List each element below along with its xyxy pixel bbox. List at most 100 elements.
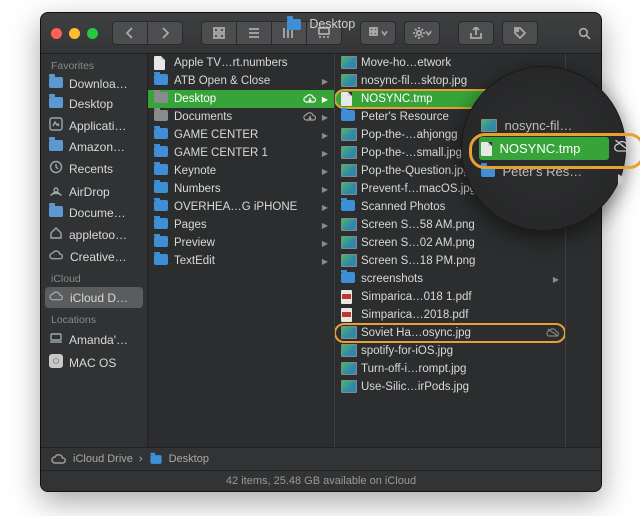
zoom-icon[interactable] <box>87 28 98 39</box>
sidebar-item[interactable]: Applicati… <box>41 114 147 137</box>
tags-button[interactable] <box>502 21 538 45</box>
folder-icon <box>154 164 168 178</box>
sidebar: FavoritesDownloa…DesktopApplicati…Amazon… <box>41 54 148 447</box>
file-row[interactable]: screenshots ▶ <box>335 270 565 288</box>
document-file-icon <box>481 142 492 156</box>
file-name: Soviet Ha…osync.jpg <box>361 327 540 339</box>
folder-icon <box>341 200 355 214</box>
chevron-right-icon: ▶ <box>553 275 559 284</box>
forward-button[interactable] <box>148 21 183 45</box>
folder-icon <box>49 77 63 91</box>
cloud-download-icon <box>303 111 316 124</box>
sidebar-item-label: iCloud D… <box>70 291 128 305</box>
document-file-icon <box>154 56 168 70</box>
file-row[interactable]: Use-Silic…irPods.jpg <box>335 378 565 396</box>
sidebar-item-label: appletoo… <box>69 228 127 242</box>
folder-icon <box>341 272 355 286</box>
sidebar-item[interactable]: Amazon… <box>41 137 147 157</box>
sidebar-item[interactable]: appletoo… <box>41 223 147 246</box>
file-name: screenshots <box>361 273 547 285</box>
sidebar-section-header: iCloud <box>41 267 147 287</box>
file-row[interactable]: ATB Open & Close▶ <box>148 72 334 90</box>
magnifier-row-selected: NOSYNC.tmp <box>479 137 609 160</box>
file-row[interactable]: Numbers▶ <box>148 180 334 198</box>
image-file-icon <box>341 56 355 70</box>
file-row[interactable]: Pages▶ <box>148 216 334 234</box>
sidebar-item[interactable]: Docume… <box>41 203 147 223</box>
file-row[interactable]: Turn-off-i…rompt.jpg <box>335 360 565 378</box>
view-columns-icon[interactable] <box>272 21 307 45</box>
file-row[interactable]: Simparica…2018.pdf <box>335 306 565 324</box>
airdrop-icon <box>49 183 63 200</box>
chevron-right-icon: ▶ <box>322 185 328 194</box>
view-list-icon[interactable] <box>237 21 272 45</box>
file-name: Preview <box>174 237 316 249</box>
titlebar: Desktop <box>41 13 601 54</box>
file-row[interactable]: GAME CENTER 1▶ <box>148 144 334 162</box>
folder-icon <box>150 455 161 464</box>
chevron-right-icon: ▶ <box>322 167 328 176</box>
minimize-icon[interactable] <box>69 28 80 39</box>
sidebar-item[interactable]: MAC OS <box>41 351 147 374</box>
sidebar-section-header: Locations <box>41 308 147 328</box>
sidebar-item[interactable]: Downloa… <box>41 74 147 94</box>
path-segment[interactable]: iCloud Drive <box>73 453 133 465</box>
view-gallery-icon[interactable] <box>307 21 342 45</box>
sidebar-item-label: AirDrop <box>69 185 110 199</box>
cloud-icon <box>49 290 64 305</box>
file-name: Keynote <box>174 165 316 177</box>
file-row[interactable]: Preview▶ <box>148 234 334 252</box>
chevron-right-icon: ▶ <box>322 149 328 158</box>
image-file-icon <box>341 326 355 340</box>
sidebar-item-label: Docume… <box>69 206 126 220</box>
sidebar-item[interactable]: AirDrop <box>41 180 147 203</box>
file-name: Screen S…18 PM.png <box>361 255 559 267</box>
sidebar-item[interactable]: Desktop <box>41 94 147 114</box>
file-name: spotify-for-iOS.jpg <box>361 345 559 357</box>
action-button[interactable] <box>404 21 440 45</box>
sidebar-item-label: Creative… <box>70 250 127 264</box>
file-name: Desktop <box>174 93 297 105</box>
folder-icon <box>49 97 63 111</box>
sidebar-item-label: Applicati… <box>69 119 126 133</box>
folder-icon <box>154 236 168 250</box>
path-segment[interactable]: Desktop <box>169 453 209 465</box>
file-row[interactable]: Keynote ▶ <box>148 162 334 180</box>
file-row[interactable]: Screen S…18 PM.png <box>335 252 565 270</box>
recents-icon <box>49 160 63 177</box>
folder-icon <box>154 92 168 106</box>
sidebar-item-label: Downloa… <box>69 77 128 91</box>
search-field[interactable] <box>578 27 591 40</box>
file-row[interactable]: Apple TV…rt.numbers <box>148 54 334 72</box>
status-text: 42 items, 25.48 GB available on iCloud <box>226 475 416 487</box>
file-row[interactable]: spotify-for-iOS.jpg <box>335 342 565 360</box>
sidebar-item[interactable]: Amanda'… <box>41 328 147 351</box>
close-icon[interactable] <box>51 28 62 39</box>
folder-icon <box>154 218 168 232</box>
file-row[interactable]: Simparica…018 1.pdf <box>335 288 565 306</box>
image-file-icon <box>341 182 355 196</box>
folder-icon <box>154 110 168 124</box>
view-icon-grid[interactable] <box>201 21 237 45</box>
folder-icon <box>154 74 168 88</box>
file-row[interactable]: OVERHEA…G iPHONE▶ <box>148 198 334 216</box>
file-row[interactable]: Screen S…02 AM.png <box>335 234 565 252</box>
file-row[interactable]: Documents▶ <box>148 108 334 126</box>
share-button[interactable] <box>458 21 494 45</box>
chevron-right-icon: › <box>139 453 143 465</box>
back-button[interactable] <box>112 21 148 45</box>
file-row[interactable]: TextEdit▶ <box>148 252 334 270</box>
sidebar-item[interactable]: Recents <box>41 157 147 180</box>
chevron-right-icon: ▶ <box>322 113 328 122</box>
sidebar-item[interactable]: iCloud D… <box>45 287 143 308</box>
sidebar-item-label: Amanda'… <box>69 333 128 347</box>
arrange-button[interactable] <box>360 21 396 45</box>
image-file-icon <box>341 254 355 268</box>
file-name: OVERHEA…G iPHONE <box>174 201 316 213</box>
file-row[interactable]: Soviet Ha…osync.jpg <box>335 324 565 342</box>
file-name: Turn-off-i…rompt.jpg <box>361 363 559 375</box>
sidebar-item[interactable]: Creative… <box>41 246 147 267</box>
status-bar: 42 items, 25.48 GB available on iCloud <box>41 470 601 491</box>
file-row[interactable]: Desktop▶ <box>148 90 334 108</box>
file-row[interactable]: GAME CENTER▶ <box>148 126 334 144</box>
